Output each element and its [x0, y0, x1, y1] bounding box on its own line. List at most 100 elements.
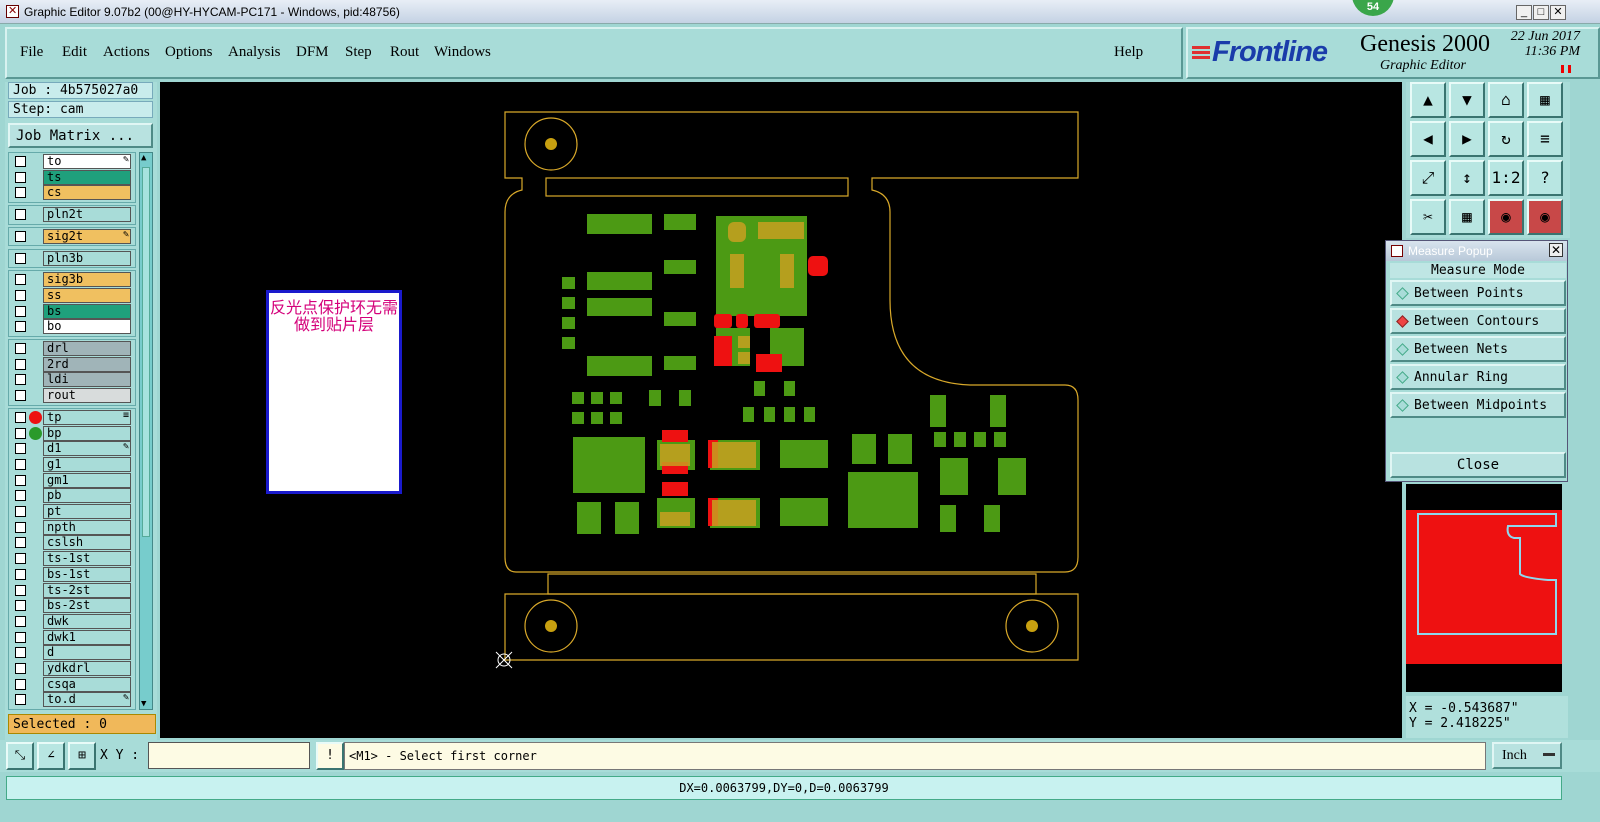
layer-name[interactable]: sig3b	[43, 272, 131, 288]
layer-name[interactable]: ts-1st	[43, 551, 131, 567]
layer-name[interactable]: ts	[43, 169, 131, 185]
layer-row[interactable]: rout	[10, 388, 132, 404]
layer-name[interactable]: bp	[43, 425, 131, 441]
layer-checkbox[interactable]	[15, 171, 26, 183]
layer-row[interactable]: dwk	[10, 613, 132, 629]
layer-name[interactable]: npth	[43, 519, 131, 535]
scroll-down-icon[interactable]: ▼	[141, 699, 146, 709]
menu-rout[interactable]: Rout	[390, 44, 419, 61]
layer-name[interactable]: bs-2st	[43, 598, 131, 614]
layer-row[interactable]: g1	[10, 456, 132, 472]
layer-name[interactable]: drl	[43, 341, 131, 356]
option-between-midpoints[interactable]: Between Midpoints	[1390, 392, 1566, 418]
view-tool-icon-14[interactable]: ◉	[1488, 199, 1524, 235]
layer-row[interactable]: gm1	[10, 472, 132, 488]
layer-name[interactable]: d	[43, 645, 131, 661]
layer-name[interactable]: bo	[43, 319, 131, 335]
angle-snap-icon[interactable]: ∠	[37, 742, 65, 770]
layer-row[interactable]: d1 ✎	[10, 441, 132, 457]
layer-row[interactable]: npth	[10, 519, 132, 535]
menu-step[interactable]: Step	[345, 44, 372, 61]
unit-select[interactable]: Inch	[1492, 742, 1562, 769]
layer-checkbox[interactable]	[15, 252, 26, 264]
menu-edit[interactable]: Edit	[62, 44, 87, 61]
layer-checkbox[interactable]	[15, 600, 26, 612]
close-window-button[interactable]: ✕	[1550, 5, 1566, 20]
layer-row[interactable]: csqa	[10, 676, 132, 692]
scroll-up-icon[interactable]: ▲	[141, 153, 146, 163]
option-between-points[interactable]: Between Points	[1390, 280, 1566, 306]
alert-icon[interactable]: !	[316, 742, 344, 770]
layer-name[interactable]: pln2t	[43, 207, 131, 223]
layer-row[interactable]: ts-2st	[10, 582, 132, 598]
layer-checkbox[interactable]	[15, 458, 26, 470]
layer-checkbox[interactable]	[15, 615, 26, 627]
layer-row[interactable]: tp ≡	[10, 409, 132, 425]
layer-name[interactable]: rout	[43, 388, 131, 404]
view-tool-icon-0[interactable]: ▲	[1410, 82, 1446, 118]
option-annular-ring[interactable]: Annular Ring	[1390, 364, 1566, 390]
view-tool-icon-4[interactable]: ◀	[1410, 121, 1446, 157]
layer-name[interactable]: cslsh	[43, 535, 131, 551]
view-tool-icon-11[interactable]: ?	[1527, 160, 1563, 196]
layer-row[interactable]: drl	[10, 341, 132, 356]
layer-row[interactable]: pln2t	[10, 207, 132, 223]
grid-icon[interactable]: ⊞	[68, 742, 96, 770]
layer-row[interactable]: pb	[10, 488, 132, 504]
layer-checkbox[interactable]	[15, 390, 26, 402]
layer-checkbox[interactable]	[15, 663, 26, 674]
layer-name[interactable]: ss	[43, 287, 131, 303]
xy-input[interactable]	[148, 742, 310, 769]
view-tool-icon-5[interactable]: ▶	[1449, 121, 1485, 157]
view-tool-icon-12[interactable]: ✂	[1410, 199, 1446, 235]
layer-row[interactable]: pt	[10, 504, 132, 519]
layer-name[interactable]: cs	[43, 185, 131, 201]
layer-name[interactable]: gm1	[43, 472, 131, 488]
layer-name[interactable]: ydkdrl	[43, 661, 131, 676]
view-tool-icon-6[interactable]: ↻	[1488, 121, 1524, 157]
view-tool-icon-2[interactable]: ⌂	[1488, 82, 1524, 118]
layer-checkbox[interactable]	[15, 427, 26, 439]
menu-dfm[interactable]: DFM	[296, 44, 329, 61]
scroll-thumb[interactable]	[142, 167, 150, 537]
layer-row[interactable]: sig2t ✎	[10, 228, 132, 244]
layer-checkbox[interactable]	[15, 411, 26, 423]
layer-checkbox[interactable]	[15, 678, 26, 690]
layer-name[interactable]: csqa	[43, 676, 131, 692]
popup-close-icon[interactable]: ✕	[1549, 243, 1563, 257]
layer-checkbox[interactable]	[15, 647, 26, 659]
layer-name[interactable]: ldi	[43, 372, 131, 388]
view-tool-icon-1[interactable]: ▼	[1449, 82, 1485, 118]
view-tool-icon-3[interactable]: ▦	[1527, 82, 1563, 118]
layer-name[interactable]: tp	[43, 409, 131, 425]
layer-name[interactable]: to	[43, 154, 131, 169]
layer-checkbox[interactable]	[15, 537, 26, 549]
layer-row[interactable]: cs	[10, 185, 132, 201]
view-tool-icon-15[interactable]: ◉	[1527, 199, 1563, 235]
menu-actions[interactable]: Actions	[103, 44, 150, 61]
layer-name[interactable]: sig2t	[43, 228, 131, 244]
layer-checkbox[interactable]	[15, 584, 26, 596]
layer-name[interactable]: pln3b	[43, 250, 131, 266]
layer-checkbox[interactable]	[15, 230, 26, 242]
layer-name[interactable]: g1	[43, 456, 131, 472]
view-tool-icon-9[interactable]: ↕	[1449, 160, 1485, 196]
snap-icon[interactable]: ⤡	[6, 742, 34, 770]
layer-row[interactable]: bs-2st	[10, 598, 132, 614]
layer-checkbox[interactable]	[15, 631, 26, 643]
layer-checkbox[interactable]	[15, 521, 26, 533]
layer-name[interactable]: to.d	[43, 692, 131, 708]
option-between-contours[interactable]: Between Contours	[1390, 308, 1566, 334]
layer-checkbox[interactable]	[15, 443, 26, 455]
view-tool-icon-10[interactable]: 1:2	[1488, 160, 1524, 196]
layer-row[interactable]: ydkdrl	[10, 661, 132, 676]
layer-name[interactable]: 2rd	[43, 356, 131, 372]
layer-checkbox[interactable]	[15, 474, 26, 486]
layer-checkbox[interactable]	[15, 568, 26, 580]
layer-row[interactable]: ss	[10, 287, 132, 303]
layer-checkbox[interactable]	[15, 358, 26, 370]
layer-row[interactable]: to ✎	[10, 154, 132, 169]
layer-row[interactable]: d	[10, 645, 132, 661]
layer-checkbox[interactable]	[15, 321, 26, 333]
minimize-button[interactable]: _	[1516, 5, 1532, 20]
